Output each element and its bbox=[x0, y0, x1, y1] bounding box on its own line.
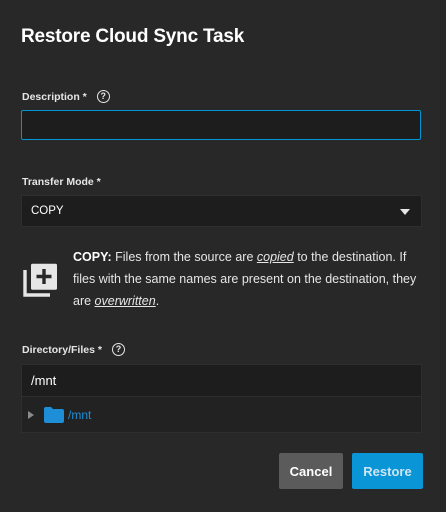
expand-arrow-icon[interactable] bbox=[28, 410, 34, 419]
directory-path-input[interactable] bbox=[21, 364, 422, 396]
cancel-button[interactable]: Cancel bbox=[279, 453, 343, 489]
chevron-down-icon bbox=[400, 209, 410, 215]
info-emphasis-copied: copied bbox=[256, 250, 294, 264]
directory-label: Directory/Files * bbox=[22, 343, 102, 356]
info-emphasis-overwritten: overwritten bbox=[94, 294, 156, 308]
transfer-mode-description: COPY: Files from the source are copied t… bbox=[73, 246, 428, 312]
info-mode-name: COPY: bbox=[73, 250, 112, 264]
restore-button[interactable]: Restore bbox=[352, 453, 423, 489]
transfer-mode-label: Transfer Mode * bbox=[22, 176, 101, 188]
dialog-title: Restore Cloud Sync Task bbox=[21, 26, 245, 47]
info-text-1: Files from the source are bbox=[111, 250, 257, 264]
transfer-mode-label-row: Transfer Mode * bbox=[22, 176, 101, 188]
directory-tree: /mnt bbox=[21, 396, 422, 433]
transfer-mode-value: COPY bbox=[31, 205, 64, 217]
description-label: Description * bbox=[22, 90, 87, 103]
description-label-row: Description * ? bbox=[22, 90, 110, 103]
transfer-mode-select[interactable]: COPY bbox=[21, 195, 422, 227]
help-icon[interactable]: ? bbox=[96, 90, 110, 103]
tree-item-mnt[interactable]: /mnt bbox=[68, 408, 91, 422]
folder-icon bbox=[44, 406, 64, 423]
directory-label-row: Directory/Files * ? bbox=[22, 343, 125, 356]
info-text-3: . bbox=[155, 294, 160, 308]
description-input[interactable] bbox=[21, 110, 421, 140]
help-icon[interactable]: ? bbox=[111, 343, 125, 356]
library-add-icon bbox=[23, 263, 57, 297]
